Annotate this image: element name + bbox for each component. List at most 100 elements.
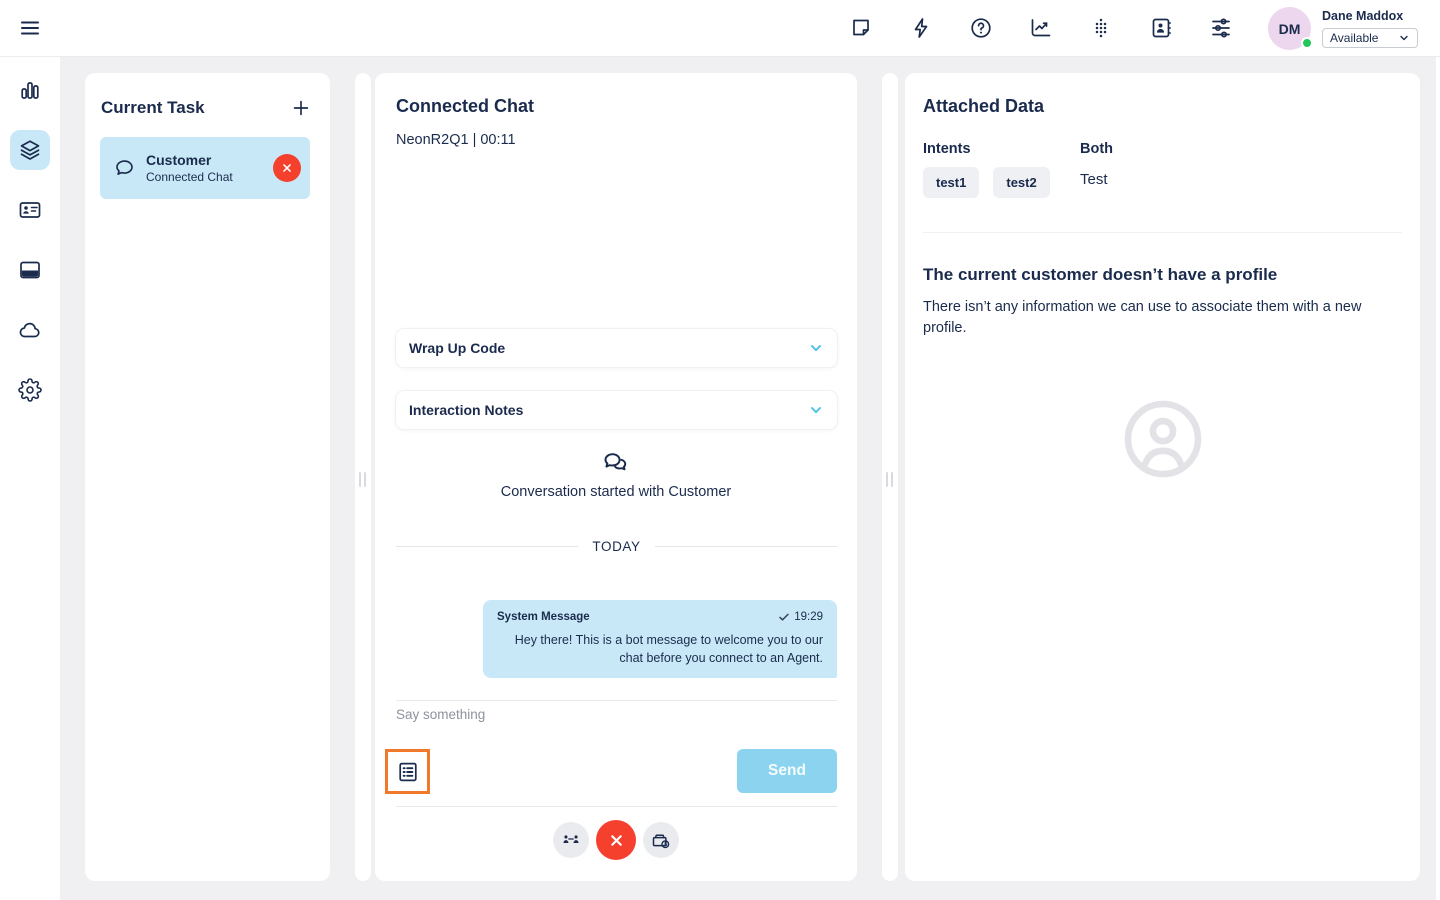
bar-chart-icon xyxy=(18,78,42,102)
chevron-down-icon xyxy=(808,340,824,356)
chat-bubble-icon xyxy=(113,157,136,180)
conversation-started-block: Conversation started with Customer xyxy=(375,451,857,500)
current-task-title: Current Task xyxy=(101,98,205,117)
quick-launch-button[interactable] xyxy=(909,16,933,40)
message-text: Hey there! This is a bot message to welc… xyxy=(514,633,823,665)
avatar-initials: DM xyxy=(1278,20,1301,37)
hamburger-menu-button[interactable] xyxy=(15,13,45,43)
topbar: DM Dane Maddox Available xyxy=(0,0,1440,57)
resize-grip-icon[interactable] xyxy=(359,472,366,487)
intents-label: Intents xyxy=(923,141,971,157)
line-chart-icon xyxy=(1029,16,1053,40)
day-divider-label: TODAY xyxy=(592,539,641,554)
no-profile-text: There isn’t any information we can use t… xyxy=(923,299,1362,337)
intent-chip: test1 xyxy=(923,167,980,198)
chat-bubbles-icon xyxy=(375,451,857,477)
list-icon xyxy=(396,760,420,784)
lightning-icon xyxy=(909,16,933,40)
message-meta: 19:29 xyxy=(778,611,823,623)
message-time: 19:29 xyxy=(794,611,823,623)
interaction-notes-label: Interaction Notes xyxy=(409,402,524,418)
topbar-icon-group xyxy=(849,16,1233,40)
help-button[interactable] xyxy=(969,16,993,40)
chat-session-info: NeonR2Q1 | 00:11 xyxy=(396,132,516,148)
nav-interactions-button[interactable] xyxy=(10,130,50,170)
chevron-down-icon xyxy=(1398,32,1410,44)
task-item-text: Customer Connected Chat xyxy=(146,152,233,184)
attached-data-title: Attached Data xyxy=(923,96,1045,116)
help-icon xyxy=(969,16,993,40)
divider xyxy=(923,232,1402,233)
chat-title: Connected Chat xyxy=(396,96,535,116)
chat-message-input[interactable] xyxy=(396,707,816,722)
nav-apps-button[interactable] xyxy=(10,250,50,290)
transfer-icon xyxy=(560,829,582,851)
window-icon xyxy=(18,258,42,282)
dialpad-icon xyxy=(1089,16,1113,40)
plus-icon xyxy=(290,97,314,119)
left-nav-rail xyxy=(0,57,60,900)
no-profile-title: The current customer doesn’t have a prof… xyxy=(923,265,1278,284)
divider xyxy=(396,700,837,701)
nav-cloud-button[interactable] xyxy=(10,310,50,350)
day-divider: TODAY xyxy=(396,539,838,554)
attached-data-panel: Attached Data Intents Both test1 test2 T… xyxy=(905,73,1420,881)
status-dot xyxy=(1301,37,1313,49)
both-value: Test xyxy=(1080,171,1108,188)
panel-resize-gutter-left[interactable] xyxy=(355,73,371,881)
panel-resize-gutter-right[interactable] xyxy=(882,73,898,881)
interaction-notes-accordion[interactable]: Interaction Notes xyxy=(396,391,837,429)
status-select[interactable]: Available xyxy=(1322,28,1418,48)
dialpad-button[interactable] xyxy=(1089,16,1113,40)
masking-icon xyxy=(650,829,672,851)
main-area: Current Task Customer Connected Chat Con… xyxy=(60,57,1440,900)
chevron-down-icon xyxy=(808,402,824,418)
user-avatar[interactable]: DM xyxy=(1268,7,1313,50)
close-icon xyxy=(608,832,625,849)
contact-card-icon xyxy=(18,198,42,222)
profile-placeholder xyxy=(905,397,1420,481)
task-name: Customer xyxy=(146,152,212,168)
resize-grip-icon[interactable] xyxy=(886,472,893,487)
connected-chat-panel: Connected Chat NeonR2Q1 | 00:11 Wrap Up … xyxy=(375,73,857,881)
sliders-icon xyxy=(1209,16,1233,40)
system-message-header: System Message 19:29 xyxy=(497,611,823,623)
preferences-button[interactable] xyxy=(1209,16,1233,40)
masking-button[interactable] xyxy=(643,822,679,858)
reports-button[interactable] xyxy=(1029,16,1053,40)
intents-chip-list: test1 test2 xyxy=(923,167,1050,198)
person-circle-icon xyxy=(1121,397,1205,481)
transfer-button[interactable] xyxy=(553,822,589,858)
current-task-header: Current Task xyxy=(85,73,330,120)
task-item-customer[interactable]: Customer Connected Chat xyxy=(100,137,310,199)
wrap-up-code-accordion[interactable]: Wrap Up Code xyxy=(396,329,837,367)
task-type: Connected Chat xyxy=(146,170,233,184)
both-label: Both xyxy=(1080,141,1114,157)
send-button[interactable]: Send xyxy=(737,749,837,793)
chat-action-bar xyxy=(375,820,857,860)
nav-settings-button[interactable] xyxy=(10,370,50,410)
wrap-up-code-label: Wrap Up Code xyxy=(409,340,506,356)
notes-button[interactable] xyxy=(849,16,873,40)
divider-line xyxy=(396,546,579,547)
check-icon xyxy=(778,611,790,623)
address-book-button[interactable] xyxy=(1149,16,1173,40)
divider-line xyxy=(654,546,838,547)
nav-directory-button[interactable] xyxy=(10,190,50,230)
address-book-icon xyxy=(1149,16,1173,40)
nav-dashboard-button[interactable] xyxy=(10,70,50,110)
end-chat-button[interactable] xyxy=(596,820,636,860)
message-sender: System Message xyxy=(497,611,590,623)
cloud-icon xyxy=(18,318,42,342)
notes-icon xyxy=(849,16,873,40)
scrollbar-track[interactable] xyxy=(1436,57,1440,900)
close-task-button[interactable] xyxy=(273,154,301,182)
current-task-panel: Current Task Customer Connected Chat xyxy=(85,73,330,881)
status-select-value: Available xyxy=(1330,31,1379,45)
quick-replies-highlight-box xyxy=(385,749,430,794)
intent-chip: test2 xyxy=(993,167,1050,198)
quick-replies-button[interactable] xyxy=(393,757,423,787)
system-message-bubble: System Message 19:29 Hey there! This is … xyxy=(483,600,837,678)
hamburger-icon xyxy=(18,16,42,40)
add-task-button[interactable] xyxy=(290,96,314,120)
